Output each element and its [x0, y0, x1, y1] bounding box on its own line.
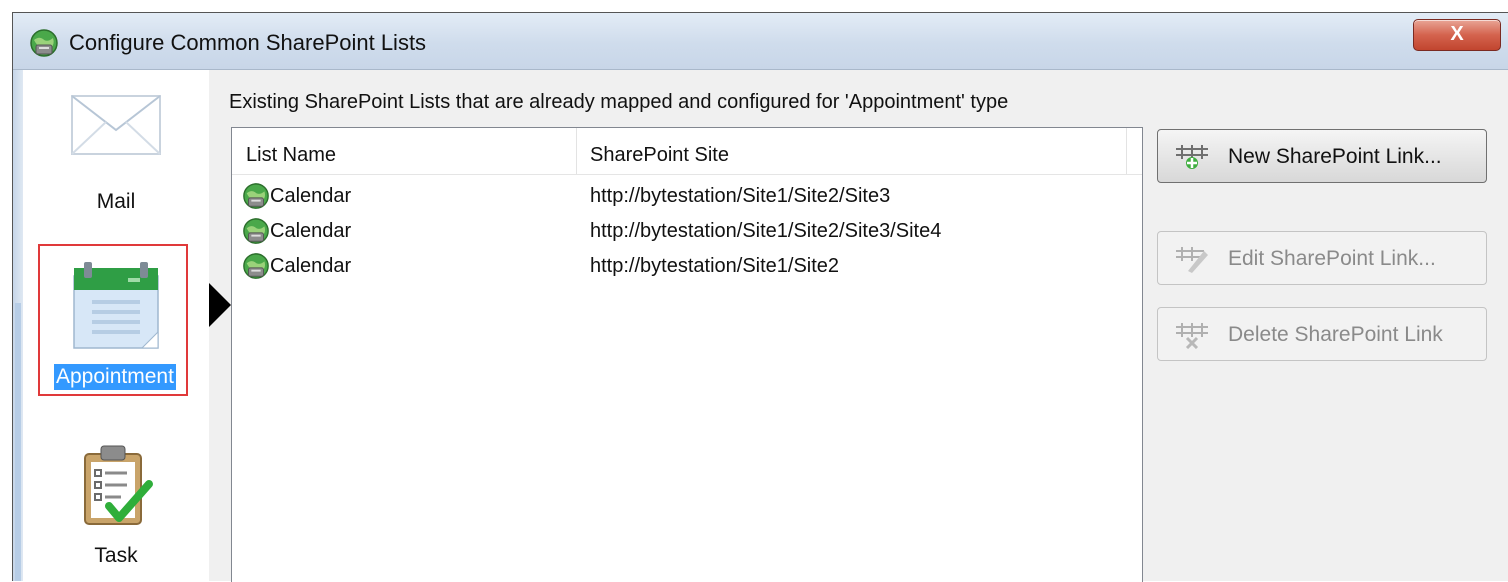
site-url-cell: http://bytestation/Site1/Site2/Site3/Sit… [590, 220, 942, 242]
column-divider[interactable] [576, 128, 577, 174]
sidebar-item-label: Appointment [54, 364, 176, 390]
window-title: Configure Common SharePoint Lists [69, 30, 427, 55]
table-row[interactable]: Calendar http://bytestation/Site1/Site2/… [238, 178, 1128, 212]
sidebar-item-appointment[interactable]: Appointment [38, 244, 188, 396]
new-sharepoint-link-button[interactable]: New SharePoint Link... [1157, 129, 1487, 183]
column-header-list-name[interactable]: List Name [246, 144, 336, 167]
envelope-icon [71, 95, 161, 155]
window-frame-accent [15, 303, 21, 581]
clipboard-check-icon [84, 445, 153, 525]
delete-sharepoint-link-button[interactable]: Delete SharePoint Link [1157, 307, 1487, 361]
list-name-cell: Calendar [270, 185, 352, 207]
list-name-cell: Calendar [270, 255, 352, 277]
table-header: List Name SharePoint Site [232, 128, 1142, 175]
table-row[interactable]: Calendar http://bytestation/Site1/Site2/… [238, 213, 1128, 247]
column-divider[interactable] [1126, 128, 1127, 174]
table-row[interactable]: Calendar http://bytestation/Site1/Site2 [238, 248, 1128, 282]
edit-link-icon [1176, 247, 1208, 273]
site-url-cell: http://bytestation/Site1/Site2 [590, 255, 840, 277]
edit-sharepoint-link-button[interactable]: Edit SharePoint Link... [1157, 231, 1487, 285]
title-bar[interactable]: Configure Common SharePoint Lists X [13, 13, 1508, 70]
sidebar-item-label: Task [94, 544, 138, 567]
sharepoint-globe-icon [243, 218, 269, 244]
button-label: Delete SharePoint Link [1228, 323, 1443, 346]
list-caption: Existing SharePoint Lists that are alrea… [229, 91, 1009, 113]
category-sidebar: Mail Appointment Task [23, 70, 209, 581]
site-url-cell: http://bytestation/Site1/Site2/Site3 [590, 185, 891, 207]
sidebar-item-mail[interactable]: Mail [23, 90, 209, 214]
button-label: New SharePoint Link... [1228, 145, 1442, 168]
dialog-window: Configure Common SharePoint Lists X Mail [12, 12, 1508, 582]
selection-pointer-icon [209, 283, 231, 327]
close-button[interactable]: X [1413, 19, 1501, 51]
sharepoint-lists-table[interactable]: List Name SharePoint Site Calendar http:… [231, 127, 1143, 582]
calendar-icon [73, 262, 159, 349]
sharepoint-globe-icon [30, 29, 58, 57]
sidebar-item-task[interactable]: Task [23, 444, 209, 568]
column-header-sharepoint-site[interactable]: SharePoint Site [590, 144, 729, 167]
sharepoint-globe-icon [243, 253, 269, 279]
new-link-icon [1176, 145, 1208, 169]
button-label: Edit SharePoint Link... [1228, 247, 1436, 270]
sharepoint-globe-icon [243, 183, 269, 209]
delete-link-icon [1176, 323, 1208, 349]
list-name-cell: Calendar [270, 220, 352, 242]
sidebar-item-label: Mail [96, 190, 136, 213]
